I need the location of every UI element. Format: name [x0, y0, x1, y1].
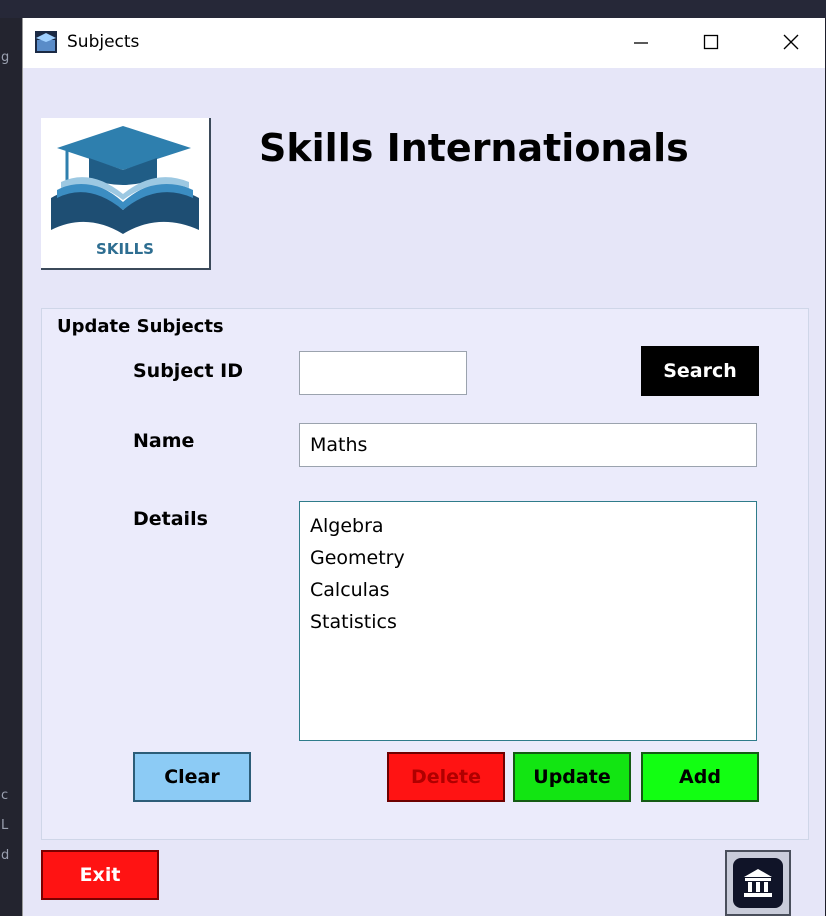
search-button[interactable]: Search [641, 346, 759, 396]
background-taskbar [0, 0, 826, 18]
subject-id-label: Subject ID [133, 360, 244, 382]
graduation-cap-book-icon [51, 126, 199, 234]
group-title: Update Subjects [53, 316, 228, 337]
title-bar: Subjects [23, 18, 825, 68]
minimize-icon [634, 42, 648, 44]
details-line: Statistics [310, 611, 397, 633]
name-input[interactable]: Maths [299, 423, 757, 467]
background-editor: g c L d [0, 18, 22, 916]
details-textarea[interactable]: Algebra Geometry Calculas Statistics [299, 501, 757, 741]
exit-button[interactable]: Exit [41, 850, 159, 900]
skills-logo: SKILLS [41, 118, 211, 270]
subjects-window: Subjects SKILLS Skills Internationals Up… [22, 18, 825, 916]
maximize-icon [703, 34, 719, 50]
close-button[interactable] [771, 24, 811, 60]
details-line: Geometry [310, 547, 405, 569]
details-line: Algebra [310, 515, 384, 537]
window-title: Subjects [67, 32, 140, 52]
maximize-button[interactable] [691, 24, 731, 60]
delete-button[interactable]: Delete [387, 752, 505, 802]
update-button[interactable]: Update [513, 752, 631, 802]
details-line: Calculas [310, 579, 390, 601]
app-icon [35, 31, 57, 53]
add-button[interactable]: Add [641, 752, 759, 802]
logo-text: SKILLS [96, 240, 154, 258]
subject-id-input[interactable] [299, 351, 467, 395]
home-button[interactable] [725, 850, 791, 916]
minimize-button[interactable] [621, 24, 661, 60]
name-label: Name [133, 430, 195, 452]
close-icon [783, 34, 799, 50]
bank-building-icon [744, 869, 772, 897]
details-label: Details [133, 508, 208, 530]
home-button-inner [733, 858, 783, 908]
clear-button[interactable]: Clear [133, 752, 251, 802]
company-name: Skills Internationals [259, 126, 689, 170]
